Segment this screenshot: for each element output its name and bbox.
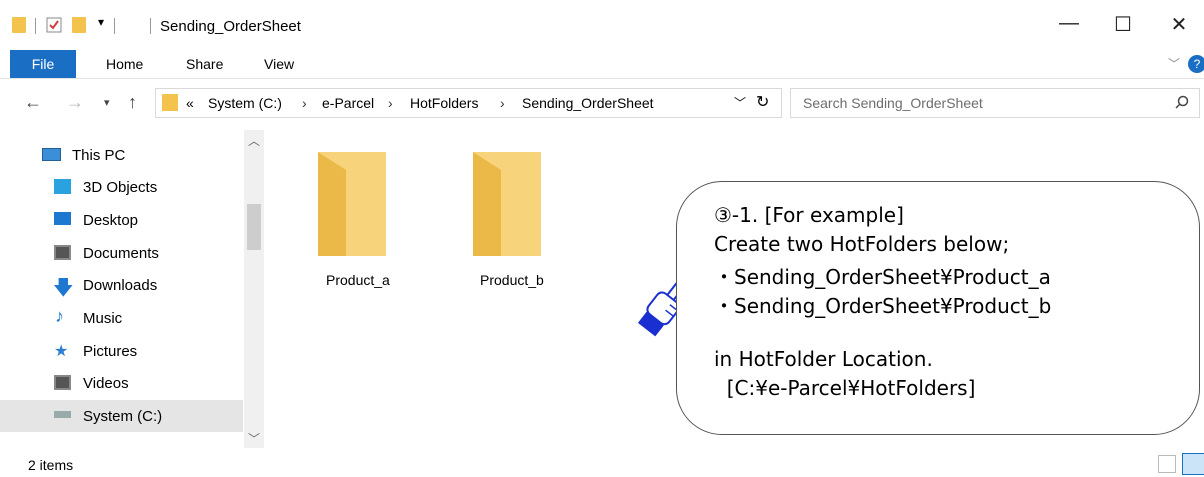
maximize-button[interactable]: ☐ xyxy=(1108,12,1138,37)
sidebar-item-label: Desktop xyxy=(83,212,139,229)
sidebar-item-label: Videos xyxy=(83,375,129,392)
search-placeholder: Search Sending_OrderSheet xyxy=(803,95,983,111)
title-bar: ▾ Sending_OrderSheet — ☐ ✕ xyxy=(0,0,1204,50)
sidebar-item-label: Downloads xyxy=(83,277,158,294)
ribbon-expand-icon[interactable]: ﹀ xyxy=(1168,50,1180,78)
film-icon xyxy=(54,375,71,390)
breadcrumb-hotfolders[interactable]: HotFolders xyxy=(410,95,478,111)
search-input[interactable]: Search Sending_OrderSheet xyxy=(790,88,1200,118)
sidebar-item-desktop[interactable]: Desktop xyxy=(0,204,243,236)
tab-share[interactable]: Share xyxy=(186,50,223,78)
callout-line: ③-1. [For example] xyxy=(714,203,904,227)
new-folder-icon[interactable] xyxy=(72,17,86,33)
ribbon-tabs: File Home Share View ﹀ ? xyxy=(0,50,1204,79)
folder-name: Product_a xyxy=(326,272,390,288)
folder-icon xyxy=(473,152,541,256)
breadcrumb-chevron-icon[interactable]: › xyxy=(388,95,393,111)
status-item-count: 2 items xyxy=(28,457,74,473)
breadcrumb-sending-ordersheet[interactable]: Sending_OrderSheet xyxy=(522,95,654,111)
sidebar-item-this-pc[interactable]: This PC xyxy=(0,139,243,171)
breadcrumb-overflow[interactable]: « xyxy=(186,95,194,111)
breadcrumb-chevron-icon[interactable]: › xyxy=(302,95,307,111)
back-arrow-icon[interactable]: ← xyxy=(24,92,42,113)
callout-line: Create two HotFolders below; xyxy=(714,232,1010,256)
scroll-down-icon[interactable]: ﹀ xyxy=(248,430,260,447)
address-bar[interactable]: « System (C:) › e-Parcel › HotFolders › … xyxy=(155,88,782,118)
sidebar-item-label: Documents xyxy=(83,245,159,262)
callout-line: in HotFolder Location. xyxy=(714,347,933,371)
folder-item-product-b[interactable]: Product_b xyxy=(455,140,575,290)
callout-line: ・Sending_OrderSheet¥Product_b xyxy=(714,294,1052,318)
address-dropdown-icon[interactable]: ﹀ xyxy=(734,94,746,111)
sidebar-item-label: System (C:) xyxy=(83,408,163,425)
minimize-button[interactable]: — xyxy=(1054,12,1084,35)
large-icons-view-icon[interactable] xyxy=(1182,453,1204,475)
documents-icon xyxy=(54,245,71,260)
divider xyxy=(35,18,36,34)
sidebar-item-label: Pictures xyxy=(83,343,138,360)
cube-icon xyxy=(54,179,71,194)
sidebar-item-documents[interactable]: Documents xyxy=(0,237,243,269)
properties-check-icon[interactable] xyxy=(46,17,62,33)
folder-icon xyxy=(12,17,26,33)
sidebar-scrollbar[interactable] xyxy=(244,130,264,448)
callout-line: ・Sending_OrderSheet¥Product_a xyxy=(714,265,1051,289)
sidebar-item-pictures[interactable]: ★ Pictures xyxy=(0,335,243,367)
tab-home[interactable]: Home xyxy=(106,50,143,78)
pictures-icon: ★ xyxy=(54,343,69,360)
folder-icon xyxy=(318,152,386,256)
up-arrow-icon[interactable]: ↑ xyxy=(128,92,137,113)
folder-icon xyxy=(162,94,178,111)
music-note-icon: ♪ xyxy=(55,306,64,326)
sidebar-item-system-c[interactable]: System (C:) xyxy=(0,400,243,432)
help-icon[interactable]: ? xyxy=(1188,55,1204,73)
details-view-icon[interactable] xyxy=(1158,455,1176,473)
sidebar-item-label: 3D Objects xyxy=(83,179,158,196)
drive-icon xyxy=(54,411,71,418)
navigation-pane: This PC 3D Objects Desktop Documents 🡇 D… xyxy=(0,136,262,436)
sidebar-item-label: This PC xyxy=(72,147,126,164)
close-button[interactable]: ✕ xyxy=(1164,12,1194,37)
window-title: Sending_OrderSheet xyxy=(160,18,301,35)
refresh-icon[interactable]: ↻ xyxy=(756,92,769,112)
scroll-up-icon[interactable]: ︿ xyxy=(248,132,260,149)
breadcrumb-system-c[interactable]: System (C:) xyxy=(208,95,282,111)
breadcrumb-chevron-icon[interactable]: › xyxy=(500,95,505,111)
search-icon[interactable] xyxy=(1175,95,1189,112)
sidebar-item-3d-objects[interactable]: 3D Objects xyxy=(0,171,243,203)
sidebar-item-videos[interactable]: Videos xyxy=(0,367,243,399)
divider xyxy=(114,18,115,34)
scrollbar-thumb[interactable] xyxy=(247,204,261,250)
sidebar-item-music[interactable]: ♪ Music xyxy=(0,302,243,334)
forward-arrow-icon[interactable]: → xyxy=(66,92,84,113)
divider xyxy=(150,18,151,34)
folder-item-product-a[interactable]: Product_a xyxy=(300,140,420,290)
tab-view[interactable]: View xyxy=(264,50,294,78)
desktop-icon xyxy=(54,212,71,225)
breadcrumb-e-parcel[interactable]: e-Parcel xyxy=(322,95,374,111)
callout-line: [C:¥e-Parcel¥HotFolders] xyxy=(714,376,976,400)
sidebar-item-downloads[interactable]: 🡇 Downloads xyxy=(0,269,243,301)
folder-name: Product_b xyxy=(480,272,544,288)
recent-locations-chevron-icon[interactable]: ▾ xyxy=(104,96,110,109)
sidebar-item-label: Music xyxy=(83,310,123,327)
monitor-icon xyxy=(42,148,61,161)
tab-file[interactable]: File xyxy=(10,50,76,78)
quick-access-dropdown-icon[interactable]: ▾ xyxy=(98,15,104,29)
